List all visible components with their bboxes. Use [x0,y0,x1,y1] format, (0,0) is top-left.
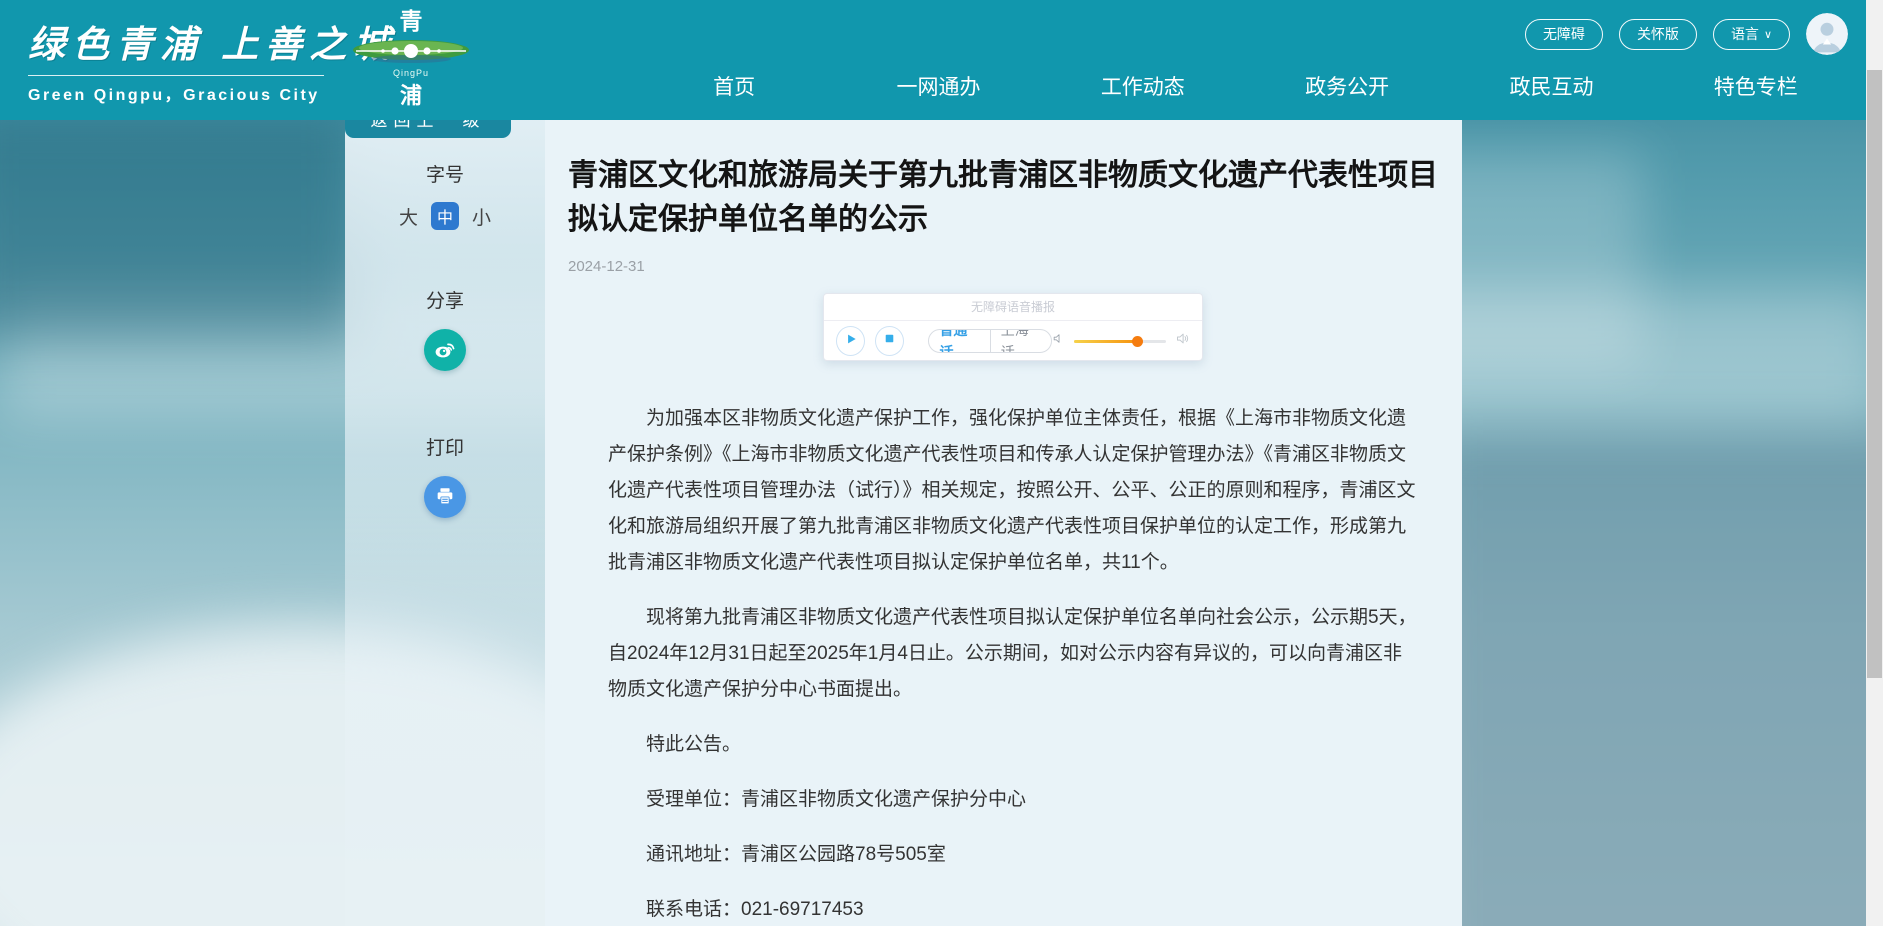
qingpu-emblem: 青 QingPu 浦 [345,2,477,110]
article-paragraph: 通讯地址：青浦区公园路78号505室 [608,837,1420,873]
audio-player-title: 无障碍语音播报 [824,294,1202,321]
font-size-large-button[interactable]: 大 [399,203,418,230]
article-paragraph: 特此公告。 [608,727,1420,763]
accessibility-button[interactable]: 无障碍 [1525,19,1603,50]
volume-slider[interactable] [1074,340,1166,343]
care-version-label: 关怀版 [1637,24,1679,44]
emblem-name-en: QingPu [345,68,477,78]
background-building-shape [1423,430,1883,926]
volume-high-icon [1175,331,1190,351]
page-scrollbar[interactable] [1866,0,1883,926]
volume-knob[interactable] [1132,336,1143,347]
main-nav: 首页 一网通办 工作动态 政务公开 政民互动 特色专栏 [632,58,1858,114]
logo-slogan-en: Green Qingpu，Gracious City [28,81,397,105]
audio-player: 无障碍语音播报 普通话 上海话 [823,293,1203,361]
printer-icon [434,485,456,510]
page: 返回上一级 绿色青浦 上善之城 Green Qingpu，Gracious Ci… [0,0,1883,926]
font-size-label: 字号 [345,160,545,187]
background-city-shape [0,110,360,340]
scrollbar-thumb[interactable] [1867,70,1882,678]
article-paragraph: 受理单位：青浦区非物质文化遗产保护分中心 [608,782,1420,818]
article-title: 青浦区文化和旅游局关于第九批青浦区非物质文化遗产代表性项目拟认定保护单位名单的公… [568,154,1448,242]
audio-player-controls: 普通话 上海话 [824,321,1202,361]
play-icon [844,332,858,351]
emblem-island-icon [350,37,472,67]
emblem-char-bottom: 浦 [345,78,477,110]
language-option-mandarin[interactable]: 普通话 [929,329,989,353]
language-button[interactable]: 语言 ∨ [1713,19,1790,50]
font-size-options: 大 中 小 [345,202,545,230]
user-avatar-icon[interactable] [1806,13,1848,55]
site-logo[interactable]: 绿色青浦 上善之城 Green Qingpu，Gracious City [28,14,397,105]
stop-icon [883,332,896,350]
article-paragraph: 现将第九批青浦区非物质文化遗产代表性项目拟认定保护单位名单向社会公示，公示期5天… [608,600,1420,708]
weibo-icon [433,337,457,364]
print-button[interactable] [424,476,466,518]
nav-item-one-stop-service[interactable]: 一网通办 [836,58,1040,114]
volume-fill [1074,340,1138,343]
emblem-char-top: 青 [345,2,477,36]
language-toggle: 普通话 上海话 [928,329,1052,353]
language-label: 语言 [1731,24,1759,44]
article-date: 2024-12-31 [568,258,1416,275]
accessibility-label: 无障碍 [1543,24,1585,44]
nav-item-gov-info[interactable]: 政务公开 [1245,58,1449,114]
site-header: 绿色青浦 上善之城 Green Qingpu，Gracious City 青 [0,0,1866,120]
volume-control [1052,331,1190,351]
nav-item-work-news[interactable]: 工作动态 [1041,58,1245,114]
article-paragraph: 联系电话：021-69717453 [608,892,1420,926]
care-version-button[interactable]: 关怀版 [1619,19,1697,50]
quick-links: 无障碍 关怀版 语言 ∨ [1525,13,1848,55]
nav-item-special-columns[interactable]: 特色专栏 [1654,58,1858,114]
article-body: 为加强本区非物质文化遗产保护工作，强化保护单位主体责任，根据《上海市非物质文化遗… [608,401,1420,926]
article-panel: 青浦区文化和旅游局关于第九批青浦区非物质文化遗产代表性项目拟认定保护单位名单的公… [545,120,1462,926]
article-paragraph: 为加强本区非物质文化遗产保护工作，强化保护单位主体责任，根据《上海市非物质文化遗… [608,401,1420,581]
stop-button[interactable] [875,326,904,356]
play-button[interactable] [836,326,865,356]
article-sidebar: 字号 大 中 小 分享 打印 [345,120,545,926]
nav-item-interaction[interactable]: 政民互动 [1449,58,1653,114]
chevron-down-icon: ∨ [1764,28,1772,41]
nav-item-home[interactable]: 首页 [632,58,836,114]
font-size-small-button[interactable]: 小 [472,203,491,230]
font-size-medium-button[interactable]: 中 [431,202,459,230]
print-label: 打印 [345,433,545,460]
language-option-shanghainese[interactable]: 上海话 [990,329,1051,353]
share-label: 分享 [345,286,545,313]
logo-divider [28,75,324,76]
share-weibo-button[interactable] [424,329,466,371]
logo-slogan-cn: 绿色青浦 上善之城 [28,14,397,68]
volume-low-icon [1052,332,1065,350]
